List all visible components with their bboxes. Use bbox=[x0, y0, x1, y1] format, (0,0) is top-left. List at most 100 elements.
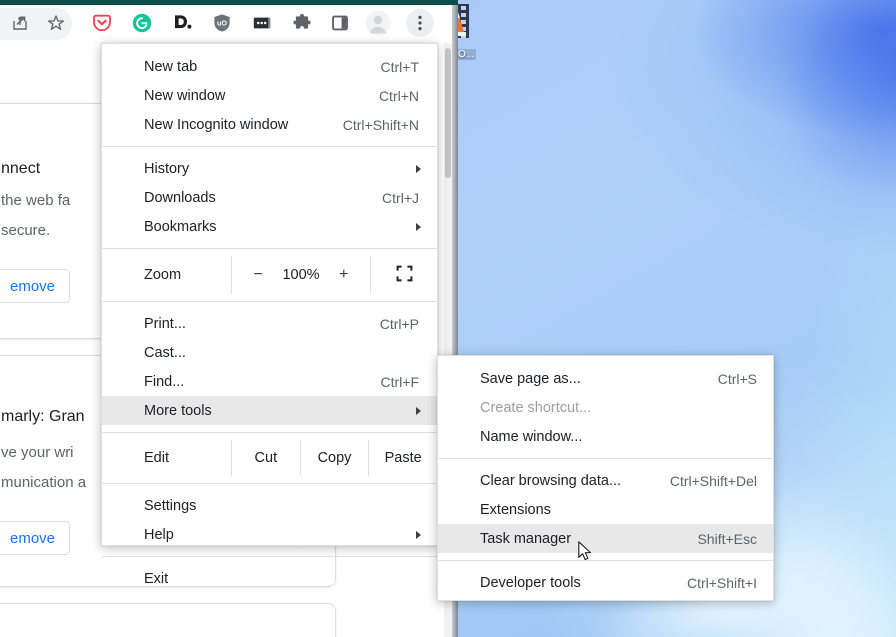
menu-item-shortcut: Shift+Esc bbox=[697, 530, 757, 547]
profile-avatar-icon[interactable] bbox=[364, 9, 392, 37]
edit-label: Edit bbox=[144, 450, 169, 466]
menu-item-label: New window bbox=[144, 87, 226, 104]
menu-item-shortcut: Ctrl+Shift+I bbox=[686, 574, 757, 591]
menu-item-shortcut: Ctrl+N bbox=[378, 87, 419, 104]
page-scrollbar-thumb[interactable] bbox=[445, 48, 451, 178]
more-tools-submenu: Save page as... Ctrl+S Create shortcut..… bbox=[437, 355, 774, 601]
menu-item-label: Clear browsing data... bbox=[480, 472, 622, 489]
zoom-out-button[interactable]: − bbox=[246, 266, 270, 284]
menu-item-label: New Incognito window bbox=[144, 116, 289, 133]
menu-item-more-tools[interactable]: More tools bbox=[102, 396, 437, 425]
extension-card-desc-line-1: ve your wri bbox=[1, 444, 74, 461]
submenu-item-extensions[interactable]: Extensions bbox=[438, 495, 773, 524]
menu-item-label: Print... bbox=[144, 315, 186, 332]
remove-extension-button[interactable]: emove bbox=[0, 521, 71, 555]
submenu-item-clear-browsing-data[interactable]: Clear browsing data... Ctrl+Shift+Del bbox=[438, 466, 773, 495]
chevron-right-icon bbox=[416, 406, 421, 415]
menu-item-exit[interactable]: Exit bbox=[102, 564, 437, 593]
chevron-right-icon bbox=[416, 222, 421, 231]
submenu-item-task-manager[interactable]: Task manager Shift+Esc bbox=[438, 524, 773, 553]
submenu-item-create-shortcut: Create shortcut... bbox=[438, 393, 773, 422]
menu-item-cast[interactable]: Cast... bbox=[102, 338, 437, 367]
menu-separator bbox=[102, 432, 437, 433]
menu-separator bbox=[102, 146, 437, 147]
menu-item-shortcut: Ctrl+S bbox=[717, 370, 757, 387]
extension-card-desc-line-2: secure. bbox=[1, 222, 51, 239]
menu-item-shortcut: Ctrl+F bbox=[380, 373, 420, 390]
menu-separator bbox=[102, 248, 437, 249]
menu-item-label: Help bbox=[144, 526, 174, 543]
menu-separator bbox=[438, 560, 773, 561]
menu-item-new-tab[interactable]: New tab Ctrl+T bbox=[102, 52, 437, 81]
chevron-right-icon bbox=[416, 164, 421, 173]
bookmark-star-icon[interactable] bbox=[42, 9, 70, 37]
submenu-item-developer-tools[interactable]: Developer tools Ctrl+Shift+I bbox=[438, 568, 773, 597]
submenu-item-name-window[interactable]: Name window... bbox=[438, 422, 773, 451]
menu-item-label: Create shortcut... bbox=[480, 399, 592, 416]
menu-separator bbox=[102, 301, 437, 302]
menu-item-label: Find... bbox=[144, 373, 185, 390]
menu-item-label: Downloads bbox=[144, 189, 216, 206]
grammarly-extension-icon[interactable] bbox=[128, 9, 156, 37]
fullscreen-button[interactable] bbox=[371, 256, 437, 294]
zoom-controls: − 100% + bbox=[231, 256, 371, 294]
extension-card-title: nnect bbox=[1, 160, 41, 177]
menu-separator bbox=[102, 556, 437, 557]
fullscreen-icon bbox=[396, 265, 413, 286]
menu-separator bbox=[438, 458, 773, 459]
menu-item-label: History bbox=[144, 160, 190, 177]
menu-zoom-row: Zoom − 100% + bbox=[102, 256, 437, 294]
menu-item-help[interactable]: Help bbox=[102, 520, 437, 549]
menu-item-label: Extensions bbox=[480, 501, 551, 518]
menu-item-label: Save page as... bbox=[480, 370, 581, 387]
copy-button[interactable]: Copy bbox=[299, 440, 369, 476]
extension-card-title: marly: Gran bbox=[1, 408, 85, 425]
extensions-puzzle-icon[interactable] bbox=[288, 9, 316, 37]
menu-item-bookmarks[interactable]: Bookmarks bbox=[102, 212, 437, 241]
ublock-origin-extension-icon[interactable]: uO bbox=[208, 9, 236, 37]
chrome-menu-kebab-icon[interactable] bbox=[406, 9, 434, 37]
menu-item-new-window[interactable]: New window Ctrl+N bbox=[102, 81, 437, 110]
menu-item-find[interactable]: Find... Ctrl+F bbox=[102, 367, 437, 396]
menu-item-shortcut: Ctrl+Shift+N bbox=[342, 116, 419, 133]
extension-card: to Pocket bbox=[0, 603, 336, 637]
share-icon[interactable] bbox=[6, 9, 34, 37]
menu-item-downloads[interactable]: Downloads Ctrl+J bbox=[102, 183, 437, 212]
wallpaper-swirl-blue bbox=[704, 0, 896, 276]
menu-item-label: Settings bbox=[144, 497, 197, 514]
menu-item-new-incognito-window[interactable]: New Incognito window Ctrl+Shift+N bbox=[102, 110, 437, 139]
svg-text:uO: uO bbox=[217, 18, 227, 27]
remove-extension-button[interactable]: emove bbox=[0, 269, 71, 303]
screen: O... uO nnect the web fa secure. emove m… bbox=[0, 0, 896, 637]
paste-button[interactable]: Paste bbox=[368, 440, 437, 476]
desktop-icon-label: O... bbox=[455, 49, 477, 60]
zoom-level-value: 100% bbox=[282, 267, 320, 283]
menu-item-label: Cast... bbox=[144, 344, 186, 361]
menu-item-label: More tools bbox=[144, 402, 212, 419]
menu-item-settings[interactable]: Settings bbox=[102, 491, 437, 520]
menu-separator bbox=[102, 483, 437, 484]
chrome-main-menu: New tab Ctrl+T New window Ctrl+N New Inc… bbox=[101, 43, 438, 587]
zoom-label: Zoom bbox=[144, 267, 182, 283]
side-panel-icon[interactable] bbox=[326, 9, 354, 37]
menu-item-label: Exit bbox=[144, 570, 169, 587]
menu-item-label: Bookmarks bbox=[144, 218, 217, 235]
extension-card-desc-line-2: munication a bbox=[1, 474, 87, 491]
menu-item-label: Task manager bbox=[480, 530, 572, 547]
zoom-in-button[interactable]: + bbox=[332, 266, 356, 284]
menu-item-label: New tab bbox=[144, 58, 198, 75]
extension-card: nnect the web fa secure. emove bbox=[0, 103, 112, 339]
menu-item-shortcut: Ctrl+T bbox=[380, 58, 420, 75]
menu-item-print[interactable]: Print... Ctrl+P bbox=[102, 309, 437, 338]
cut-button[interactable]: Cut bbox=[231, 440, 300, 476]
pocket-extension-icon[interactable] bbox=[88, 9, 116, 37]
darkreader-extension-icon[interactable] bbox=[168, 9, 196, 37]
extension-card-desc-line-1: the web fa bbox=[1, 192, 71, 209]
menu-item-history[interactable]: History bbox=[102, 154, 437, 183]
dotted-extension-icon[interactable] bbox=[248, 9, 276, 37]
submenu-item-save-page-as[interactable]: Save page as... Ctrl+S bbox=[438, 364, 773, 393]
menu-item-shortcut: Ctrl+Shift+Del bbox=[669, 472, 757, 489]
menu-item-shortcut: Ctrl+J bbox=[382, 189, 419, 206]
menu-item-shortcut: Ctrl+P bbox=[379, 315, 419, 332]
menu-item-label: Developer tools bbox=[480, 574, 581, 591]
